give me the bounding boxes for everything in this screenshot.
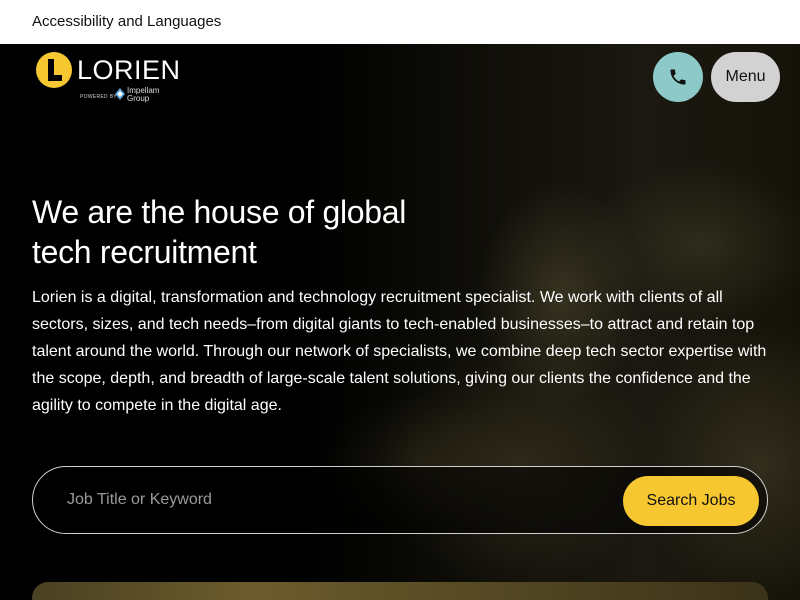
phone-button[interactable]: [653, 52, 703, 102]
hero-section: LORIEN POWERED BY Impellam Group Menu We…: [0, 44, 800, 600]
job-search-bar: Search Jobs: [32, 466, 768, 534]
hero-headline: We are the house of global tech recruitm…: [32, 194, 407, 270]
featured-image-card: [32, 582, 768, 600]
impellam-icon: [115, 88, 125, 100]
logo-wordmark: LORIEN: [77, 55, 181, 85]
phone-icon: [670, 69, 686, 85]
logo-powered-by: POWERED BY: [80, 94, 117, 100]
utility-bar: Accessibility and Languages: [0, 0, 800, 44]
logo-parent-company: Impellam Group: [127, 86, 160, 103]
hero-intro-text: Lorien is a digital, transformation and …: [32, 289, 767, 414]
search-jobs-button[interactable]: Search Jobs: [623, 476, 759, 526]
accessibility-languages-link[interactable]: Accessibility and Languages: [32, 13, 221, 30]
job-search-input[interactable]: [67, 481, 607, 519]
menu-button[interactable]: Menu: [711, 52, 780, 102]
lorien-logo-mark-icon: [36, 52, 72, 88]
lorien-logo[interactable]: LORIEN POWERED BY Impellam Group: [35, 49, 180, 107]
